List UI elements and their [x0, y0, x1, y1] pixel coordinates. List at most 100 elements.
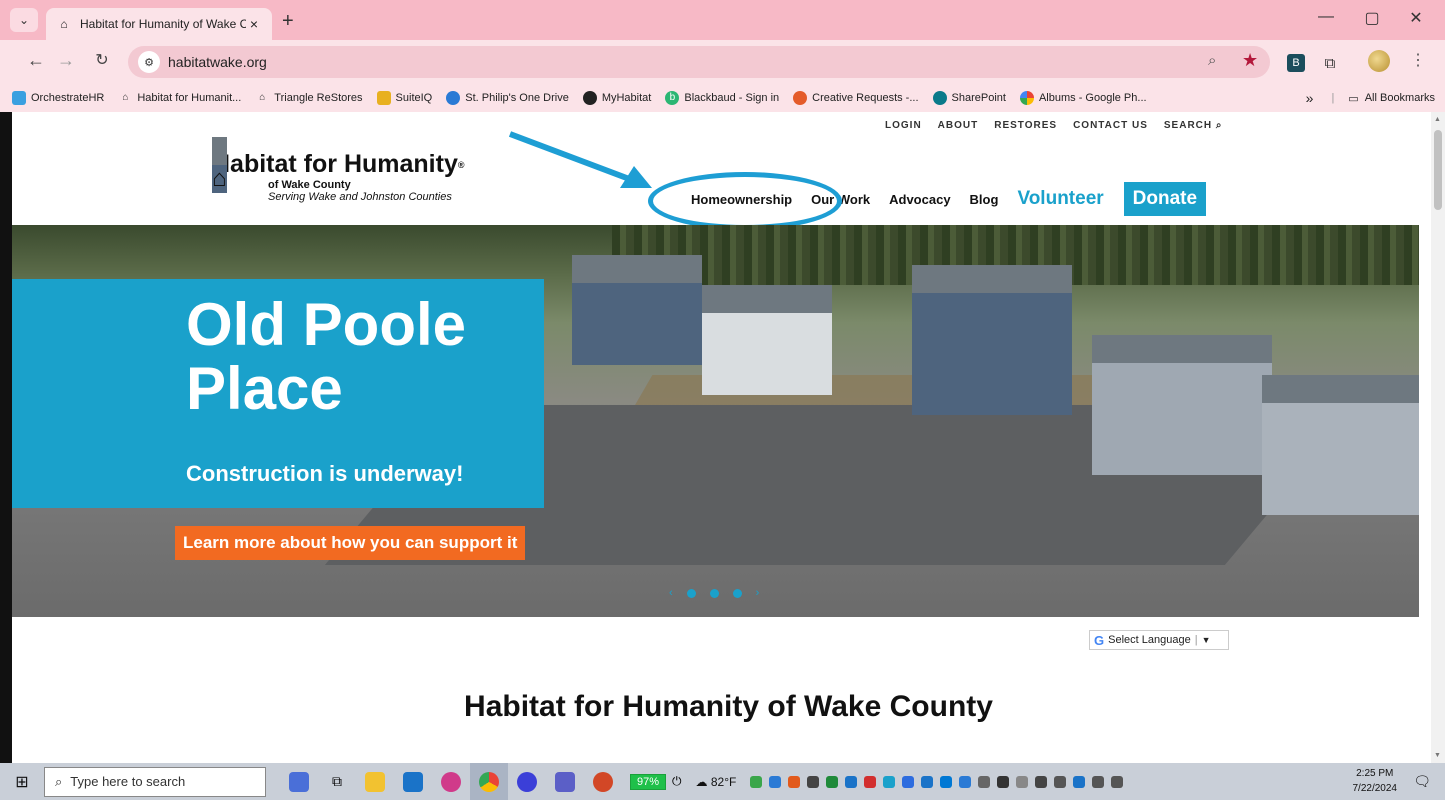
calendar-app-icon[interactable]: [280, 763, 318, 800]
profile-avatar[interactable]: [1368, 50, 1390, 72]
all-bookmarks-button[interactable]: All Bookmarks: [1365, 92, 1435, 104]
tray-icon[interactable]: [902, 775, 915, 788]
snipping-tool-icon[interactable]: [432, 763, 470, 800]
annotation-circle: [648, 172, 842, 230]
windows-start-icon[interactable]: ⊞: [0, 772, 44, 792]
file-explorer-icon[interactable]: [356, 763, 394, 800]
tray-icon[interactable]: [1016, 775, 1029, 788]
bookmark-label: SuiteIQ: [395, 92, 433, 104]
new-tab-button[interactable]: +: [282, 10, 294, 33]
extension-icon[interactable]: B: [1287, 54, 1305, 72]
reload-button[interactable]: ↻: [90, 50, 114, 70]
tray-icon[interactable]: [940, 775, 953, 788]
tray-icon[interactable]: [1035, 775, 1048, 788]
hero-carousel[interactable]: Old Poole Place Construction is underway…: [12, 225, 1419, 617]
donate-button[interactable]: Donate: [1123, 182, 1207, 216]
task-view-icon[interactable]: ⧉: [318, 763, 356, 800]
scroll-down-icon[interactable]: ▼: [1434, 752, 1441, 759]
hero-subtitle: Construction is underway!: [186, 461, 464, 486]
tray-icon[interactable]: [807, 775, 820, 788]
carousel-next-button[interactable]: ›: [756, 587, 760, 599]
nav-volunteer[interactable]: Volunteer: [1017, 188, 1103, 210]
bookmark-item[interactable]: Albums - Google Ph...: [1019, 91, 1147, 105]
search-link[interactable]: SEARCH ⌕: [1164, 120, 1223, 131]
hero-photo-house: [1092, 335, 1272, 475]
tray-icon[interactable]: [883, 775, 896, 788]
bookmark-item[interactable]: ⌂ Habitat for Humanit...: [118, 91, 241, 105]
chrome-icon[interactable]: [470, 763, 508, 800]
scroll-up-icon[interactable]: ▲: [1434, 116, 1441, 123]
notification-center-icon[interactable]: 🗨: [1413, 773, 1431, 790]
chevron-down-icon: ⌄: [18, 13, 30, 27]
bookmark-item[interactable]: b Blackbaud - Sign in: [665, 91, 779, 105]
bookmark-label: Creative Requests -...: [812, 92, 919, 104]
back-button[interactable]: ←: [24, 50, 48, 71]
powerpoint-icon[interactable]: [584, 763, 622, 800]
network-icon[interactable]: [1092, 775, 1105, 788]
outlook-icon[interactable]: [394, 763, 432, 800]
battery-indicator[interactable]: 97%: [630, 773, 667, 790]
tab-search-button[interactable]: ⌄: [10, 8, 38, 32]
restores-link[interactable]: RESTORES: [994, 120, 1057, 131]
volume-icon[interactable]: [1111, 775, 1124, 788]
tray-icon[interactable]: [978, 775, 991, 788]
close-tab-icon[interactable]: ×: [246, 16, 262, 32]
browser-tab[interactable]: ⌂ Habitat for Humanity of Wake C ×: [46, 8, 272, 40]
clock-date: 7/22/2024: [1352, 783, 1398, 794]
tray-icon[interactable]: [788, 775, 801, 788]
site-info-icon[interactable]: ⚙: [138, 51, 160, 73]
page-heading: Habitat for Humanity of Wake County: [464, 690, 993, 723]
taskbar-clock[interactable]: 2:25 PM 7/22/2024: [1353, 766, 1398, 796]
site-logo[interactable]: ⌂ Habitat for Humanity ® of Wake County Se…: [212, 136, 465, 203]
tray-icon[interactable]: [769, 775, 782, 788]
scrollbar-thumb[interactable]: [1434, 130, 1442, 210]
bookmark-item[interactable]: OrchestrateHR: [12, 91, 104, 105]
extensions-puzzle-icon[interactable]: ⧉: [1321, 54, 1339, 72]
nav-blog[interactable]: Blog: [970, 192, 999, 207]
tray-icon[interactable]: [1054, 775, 1067, 788]
contact-link[interactable]: CONTACT US: [1073, 120, 1148, 131]
carousel-dot[interactable]: [709, 588, 719, 598]
bookmark-item[interactable]: SuiteIQ: [376, 91, 433, 105]
language-select[interactable]: G Select Language | ▼: [1089, 630, 1229, 650]
google-photos-icon: [1019, 91, 1034, 105]
about-link[interactable]: ABOUT: [938, 120, 979, 131]
kebab-menu-icon[interactable]: ⋮: [1410, 50, 1426, 70]
tray-icon[interactable]: [845, 775, 858, 788]
address-bar[interactable]: ⚙ habitatwake.org: [128, 46, 1270, 78]
minimize-button[interactable]: —: [1303, 8, 1349, 26]
loop-app-icon[interactable]: [508, 763, 546, 800]
tray-icon[interactable]: [997, 775, 1010, 788]
logo-subtitle: of Wake County: [268, 179, 351, 191]
bookmark-star-icon[interactable]: ★: [1242, 50, 1258, 71]
tray-icon[interactable]: [921, 775, 934, 788]
carousel-dot[interactable]: [686, 588, 696, 598]
zoom-icon[interactable]: ⌕: [1208, 52, 1216, 69]
maximize-button[interactable]: ▢: [1349, 8, 1395, 28]
nav-advocacy[interactable]: Advocacy: [889, 192, 950, 207]
bookmarks-overflow-button[interactable]: »: [1306, 90, 1314, 106]
teams-icon[interactable]: [546, 763, 584, 800]
bookmark-item[interactable]: Creative Requests -...: [793, 91, 919, 105]
bookmark-item[interactable]: ⌂ Triangle ReStores: [255, 91, 362, 105]
search-icon: ⌕: [55, 773, 63, 789]
bookmark-item[interactable]: MyHabitat: [582, 91, 651, 105]
hero-cta-button[interactable]: Learn more about how you can support it: [175, 526, 526, 560]
carousel-dot[interactable]: [732, 588, 742, 598]
bookmark-item[interactable]: St. Philip's One Drive: [446, 91, 569, 105]
forward-button[interactable]: →: [54, 50, 78, 71]
close-window-button[interactable]: ✕: [1393, 8, 1439, 28]
page-scrollbar[interactable]: ▲ ▼: [1431, 112, 1445, 763]
login-link[interactable]: LOGIN: [885, 120, 922, 131]
bookmark-label: Albums - Google Ph...: [1038, 92, 1147, 104]
folder-icon: ▭: [1348, 92, 1359, 105]
tray-icon[interactable]: [750, 775, 763, 788]
weather-widget[interactable]: ☁ 82°F: [696, 775, 737, 789]
taskbar-search[interactable]: ⌕ Type here to search: [44, 766, 266, 797]
carousel-prev-button[interactable]: ‹: [669, 587, 673, 599]
tray-icon[interactable]: [826, 775, 839, 788]
bookmark-item[interactable]: SharePoint: [932, 91, 1006, 105]
tray-icon[interactable]: [959, 775, 972, 788]
onedrive-icon[interactable]: [1073, 775, 1086, 788]
tray-icon[interactable]: [864, 775, 877, 788]
